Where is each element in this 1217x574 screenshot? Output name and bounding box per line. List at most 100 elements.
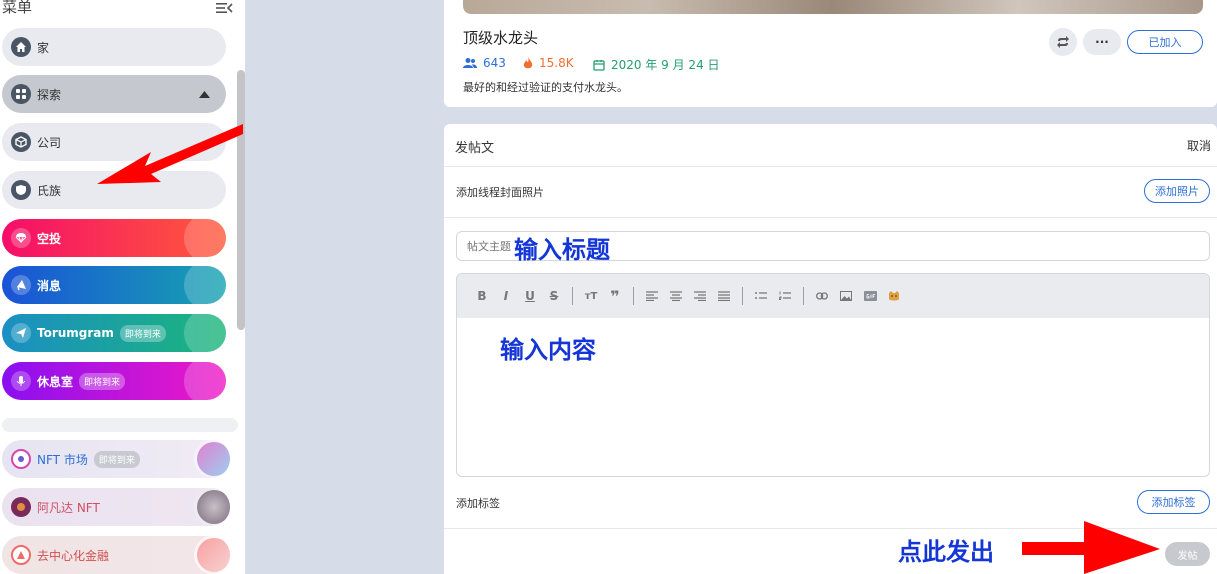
text-size-icon[interactable]: тT — [579, 286, 603, 306]
avatar-emblem-icon — [194, 488, 230, 526]
nft-hexagon-icon — [11, 449, 31, 469]
annotation-enter-title: 输入标题 — [514, 236, 610, 264]
more-options-button[interactable]: ··· — [1083, 29, 1121, 55]
sidebar-item-avatar-nft[interactable]: 阿凡达 NFT — [2, 488, 230, 526]
sidebar-item-label: 消息 — [37, 278, 62, 293]
sidebar-item-label: 家 — [37, 40, 50, 55]
sidebar-item-lounge[interactable]: 休息室 即将到来 — [2, 362, 226, 400]
sidebar-item-label: 空投 — [37, 231, 62, 246]
toolbar-separator — [572, 287, 573, 305]
strikethrough-icon[interactable]: S — [542, 286, 566, 306]
sidebar-item-home[interactable]: 家 — [2, 28, 226, 66]
group-description: 最好的和经过验证的支付水龙头。 — [463, 81, 628, 94]
toolbar-separator — [633, 287, 634, 305]
coming-soon-badge: 即将到来 — [93, 450, 140, 468]
joined-button[interactable]: 已加入 — [1127, 30, 1203, 54]
sidebar-header: 菜单 — [0, 0, 236, 20]
shield-icon — [11, 180, 31, 200]
group-cover-image — [463, 0, 1203, 14]
created-date-value: 2020 年 9 月 24 日 — [611, 58, 720, 72]
sidebar-item-label: 去中心化金融 — [37, 548, 110, 563]
sidebar-item-label: 阿凡达 NFT — [37, 500, 100, 515]
link-icon[interactable] — [810, 286, 834, 306]
sidebar-scrollbar[interactable] — [237, 70, 245, 330]
users-icon — [463, 58, 477, 68]
tags-label: 添加标签 — [456, 497, 500, 510]
sidebar-item-explore[interactable]: 探索 — [2, 75, 226, 113]
composer-title: 发帖文 — [455, 141, 495, 156]
sidebar: 菜单 家 探索 公司 氏族 空投 消息 Torumgram 即将到来 休息室 即… — [0, 0, 245, 574]
parachute-icon — [11, 228, 31, 248]
collapse-menu-icon[interactable] — [215, 0, 233, 16]
divider — [444, 217, 1217, 218]
grid-icon — [11, 84, 31, 104]
hot-count: 15.8K — [523, 56, 574, 70]
publish-button[interactable]: 发帖 — [1165, 542, 1210, 566]
numbered-list-icon[interactable] — [773, 286, 797, 306]
sidebar-item-messages[interactable]: 消息 — [2, 266, 226, 304]
cover-photo-label: 添加线程封面照片 — [456, 186, 544, 199]
more-icon: ··· — [1095, 35, 1109, 49]
align-right-icon[interactable] — [688, 286, 712, 306]
created-date: 2020 年 9 月 24 日 — [593, 56, 720, 73]
avatar-icon — [11, 497, 31, 517]
content-editor[interactable]: B I U S тT ❞ — [456, 273, 1210, 477]
send-icon — [11, 323, 31, 343]
nft-emblem-icon — [194, 440, 230, 478]
quote-icon[interactable]: ❞ — [603, 286, 627, 306]
decorative-circle — [184, 362, 226, 400]
bold-icon[interactable]: B — [470, 286, 494, 306]
coming-soon-badge: 即将到来 — [119, 324, 166, 342]
editor-toolbar: B I U S тT ❞ — [457, 274, 1209, 318]
menu-title: 菜单 — [2, 0, 33, 16]
defi-triangle-icon — [11, 545, 31, 565]
cube-icon — [11, 132, 31, 152]
coming-soon-badge: 即将到来 — [79, 372, 126, 390]
calendar-icon — [593, 59, 605, 71]
sidebar-item-label: NFT 市场 — [37, 452, 88, 467]
sidebar-item-label: 探索 — [37, 87, 62, 102]
emoji-doge-icon[interactable] — [882, 286, 906, 306]
decorative-circle — [184, 314, 226, 352]
decorative-circle — [184, 266, 226, 304]
annotation-arrow-clan — [97, 124, 243, 184]
annotation-enter-content: 输入内容 — [500, 336, 596, 364]
sidebar-item-label: Torumgram — [37, 326, 114, 340]
cancel-button[interactable]: 取消 — [1187, 137, 1211, 154]
megaphone-icon — [11, 275, 31, 295]
decorative-circle — [184, 219, 226, 257]
fire-icon — [523, 56, 533, 68]
sidebar-item-label: 休息室 — [37, 374, 74, 389]
sidebar-item-torumgram[interactable]: Torumgram 即将到来 — [2, 314, 226, 352]
add-photo-button[interactable]: 添加照片 — [1144, 179, 1210, 203]
sidebar-item-label: 公司 — [37, 135, 62, 150]
italic-icon[interactable]: I — [494, 286, 518, 306]
align-center-icon[interactable] — [664, 286, 688, 306]
gif-icon[interactable] — [858, 286, 882, 306]
sidebar-item-defi[interactable]: 去中心化金融 — [2, 536, 230, 574]
add-tag-button[interactable]: 添加标签 — [1137, 490, 1210, 514]
member-count-value: 643 — [483, 56, 506, 70]
annotation-arrow-publish — [1022, 521, 1160, 574]
toolbar-separator — [742, 287, 743, 305]
home-icon — [11, 37, 31, 57]
align-justify-icon[interactable] — [712, 286, 736, 306]
divider — [444, 166, 1217, 167]
group-title: 顶级水龙头 — [463, 29, 539, 47]
toolbar-separator — [803, 287, 804, 305]
align-left-icon[interactable] — [640, 286, 664, 306]
sidebar-item-label: 氏族 — [37, 183, 62, 198]
underline-icon[interactable]: U — [518, 286, 542, 306]
defi-emblem-icon — [194, 536, 230, 574]
annotation-click-publish: 点此发出 — [898, 538, 994, 566]
sidebar-item-nft-market[interactable]: NFT 市场 即将到来 — [2, 440, 230, 478]
microphone-icon — [11, 371, 31, 391]
bullet-list-icon[interactable] — [749, 286, 773, 306]
caret-up-icon[interactable] — [199, 90, 210, 98]
repost-button[interactable] — [1049, 28, 1077, 56]
image-icon[interactable] — [834, 286, 858, 306]
hot-count-value: 15.8K — [539, 56, 574, 70]
member-count: 643 — [463, 56, 506, 70]
sidebar-item-airdrop[interactable]: 空投 — [2, 219, 226, 257]
